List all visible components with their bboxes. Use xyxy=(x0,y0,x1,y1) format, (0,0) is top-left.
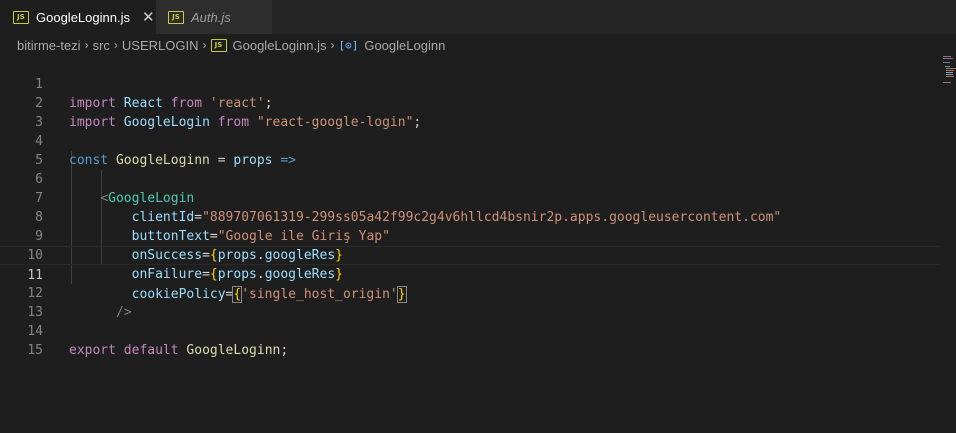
keyword: export xyxy=(69,343,116,358)
js-file-icon: JS xyxy=(13,10,29,24)
minimap-line xyxy=(946,74,953,75)
js-file-icon: JS xyxy=(168,10,184,24)
chevron-right-icon: › xyxy=(84,38,89,52)
code-line: 4 const GoogleLoginn = props => xyxy=(0,113,940,168)
tab-label: GoogleLoginn.js xyxy=(36,9,130,25)
breadcrumb-item-project[interactable]: bitirme-tezi xyxy=(17,38,81,53)
code-line: 10 onFailure={props.googleRes} xyxy=(0,227,940,282)
code-line: 6 <GoogleLogin xyxy=(0,151,940,206)
code-line: 13 xyxy=(0,284,940,320)
code-editor[interactable]: 1 import React from 'react'; 2 import Go… xyxy=(0,56,956,433)
code-line: 12 /> xyxy=(0,265,940,320)
breadcrumb-item-folder[interactable]: USERLOGIN xyxy=(122,38,199,53)
code-line: 2 import GoogleLogin from "react-google-… xyxy=(0,75,940,130)
identifier: GoogleLoginn xyxy=(186,343,281,358)
code-line: 3 xyxy=(0,94,940,130)
chevron-right-icon: › xyxy=(330,38,335,52)
tab-auth[interactable]: JS Auth.js xyxy=(156,0,272,34)
code-line: 15 xyxy=(0,322,940,358)
breadcrumb-item-file[interactable]: GoogleLoginn.js xyxy=(233,38,327,53)
tab-bar: JS GoogleLoginn.js ✕ JS Auth.js xyxy=(0,0,956,34)
tab-label: Auth.js xyxy=(191,9,231,25)
code-line: 9 onSuccess={props.googleRes} xyxy=(0,208,940,263)
minimap-line xyxy=(943,82,951,83)
code-line: 7 clientId="889707061319-299ss05a42f99c2… xyxy=(0,170,940,225)
minimap-line xyxy=(945,66,950,67)
minimap-line xyxy=(943,58,953,59)
code-line: 8 buttonText="Google ile Giriş Yap" xyxy=(0,189,940,244)
minimap-line xyxy=(943,56,951,57)
minimap-line xyxy=(946,70,954,71)
code-line: 14 export default GoogleLoginn; xyxy=(0,303,940,358)
minimap-line xyxy=(946,76,954,77)
minimap-line xyxy=(946,68,956,69)
current-line: 11 cookiePolicy={'single_host_origin'} xyxy=(0,246,940,303)
code-line: 1 import React from 'react'; xyxy=(0,56,940,111)
breadcrumb-item-src[interactable]: src xyxy=(93,38,110,53)
line-number: 15 xyxy=(27,343,43,358)
tab-googleloginn[interactable]: JS GoogleLoginn.js ✕ xyxy=(0,0,156,34)
keyword: default xyxy=(123,343,179,358)
semicolon: ; xyxy=(280,343,289,358)
minimap-line xyxy=(946,72,953,73)
chevron-right-icon: › xyxy=(202,38,207,52)
minimap[interactable] xyxy=(942,56,956,96)
js-file-icon: JS xyxy=(210,38,227,52)
chevron-right-icon: › xyxy=(113,38,118,52)
close-icon[interactable]: ✕ xyxy=(142,8,155,26)
breadcrumb: bitirme-tezi › src › USERLOGIN › JS Goog… xyxy=(0,34,956,56)
code-line: 5 xyxy=(0,132,940,168)
minimap-line xyxy=(943,62,950,63)
symbol-variable-icon: [⊙] xyxy=(338,38,359,52)
breadcrumb-item-symbol[interactable]: GoogleLoginn xyxy=(364,38,445,53)
